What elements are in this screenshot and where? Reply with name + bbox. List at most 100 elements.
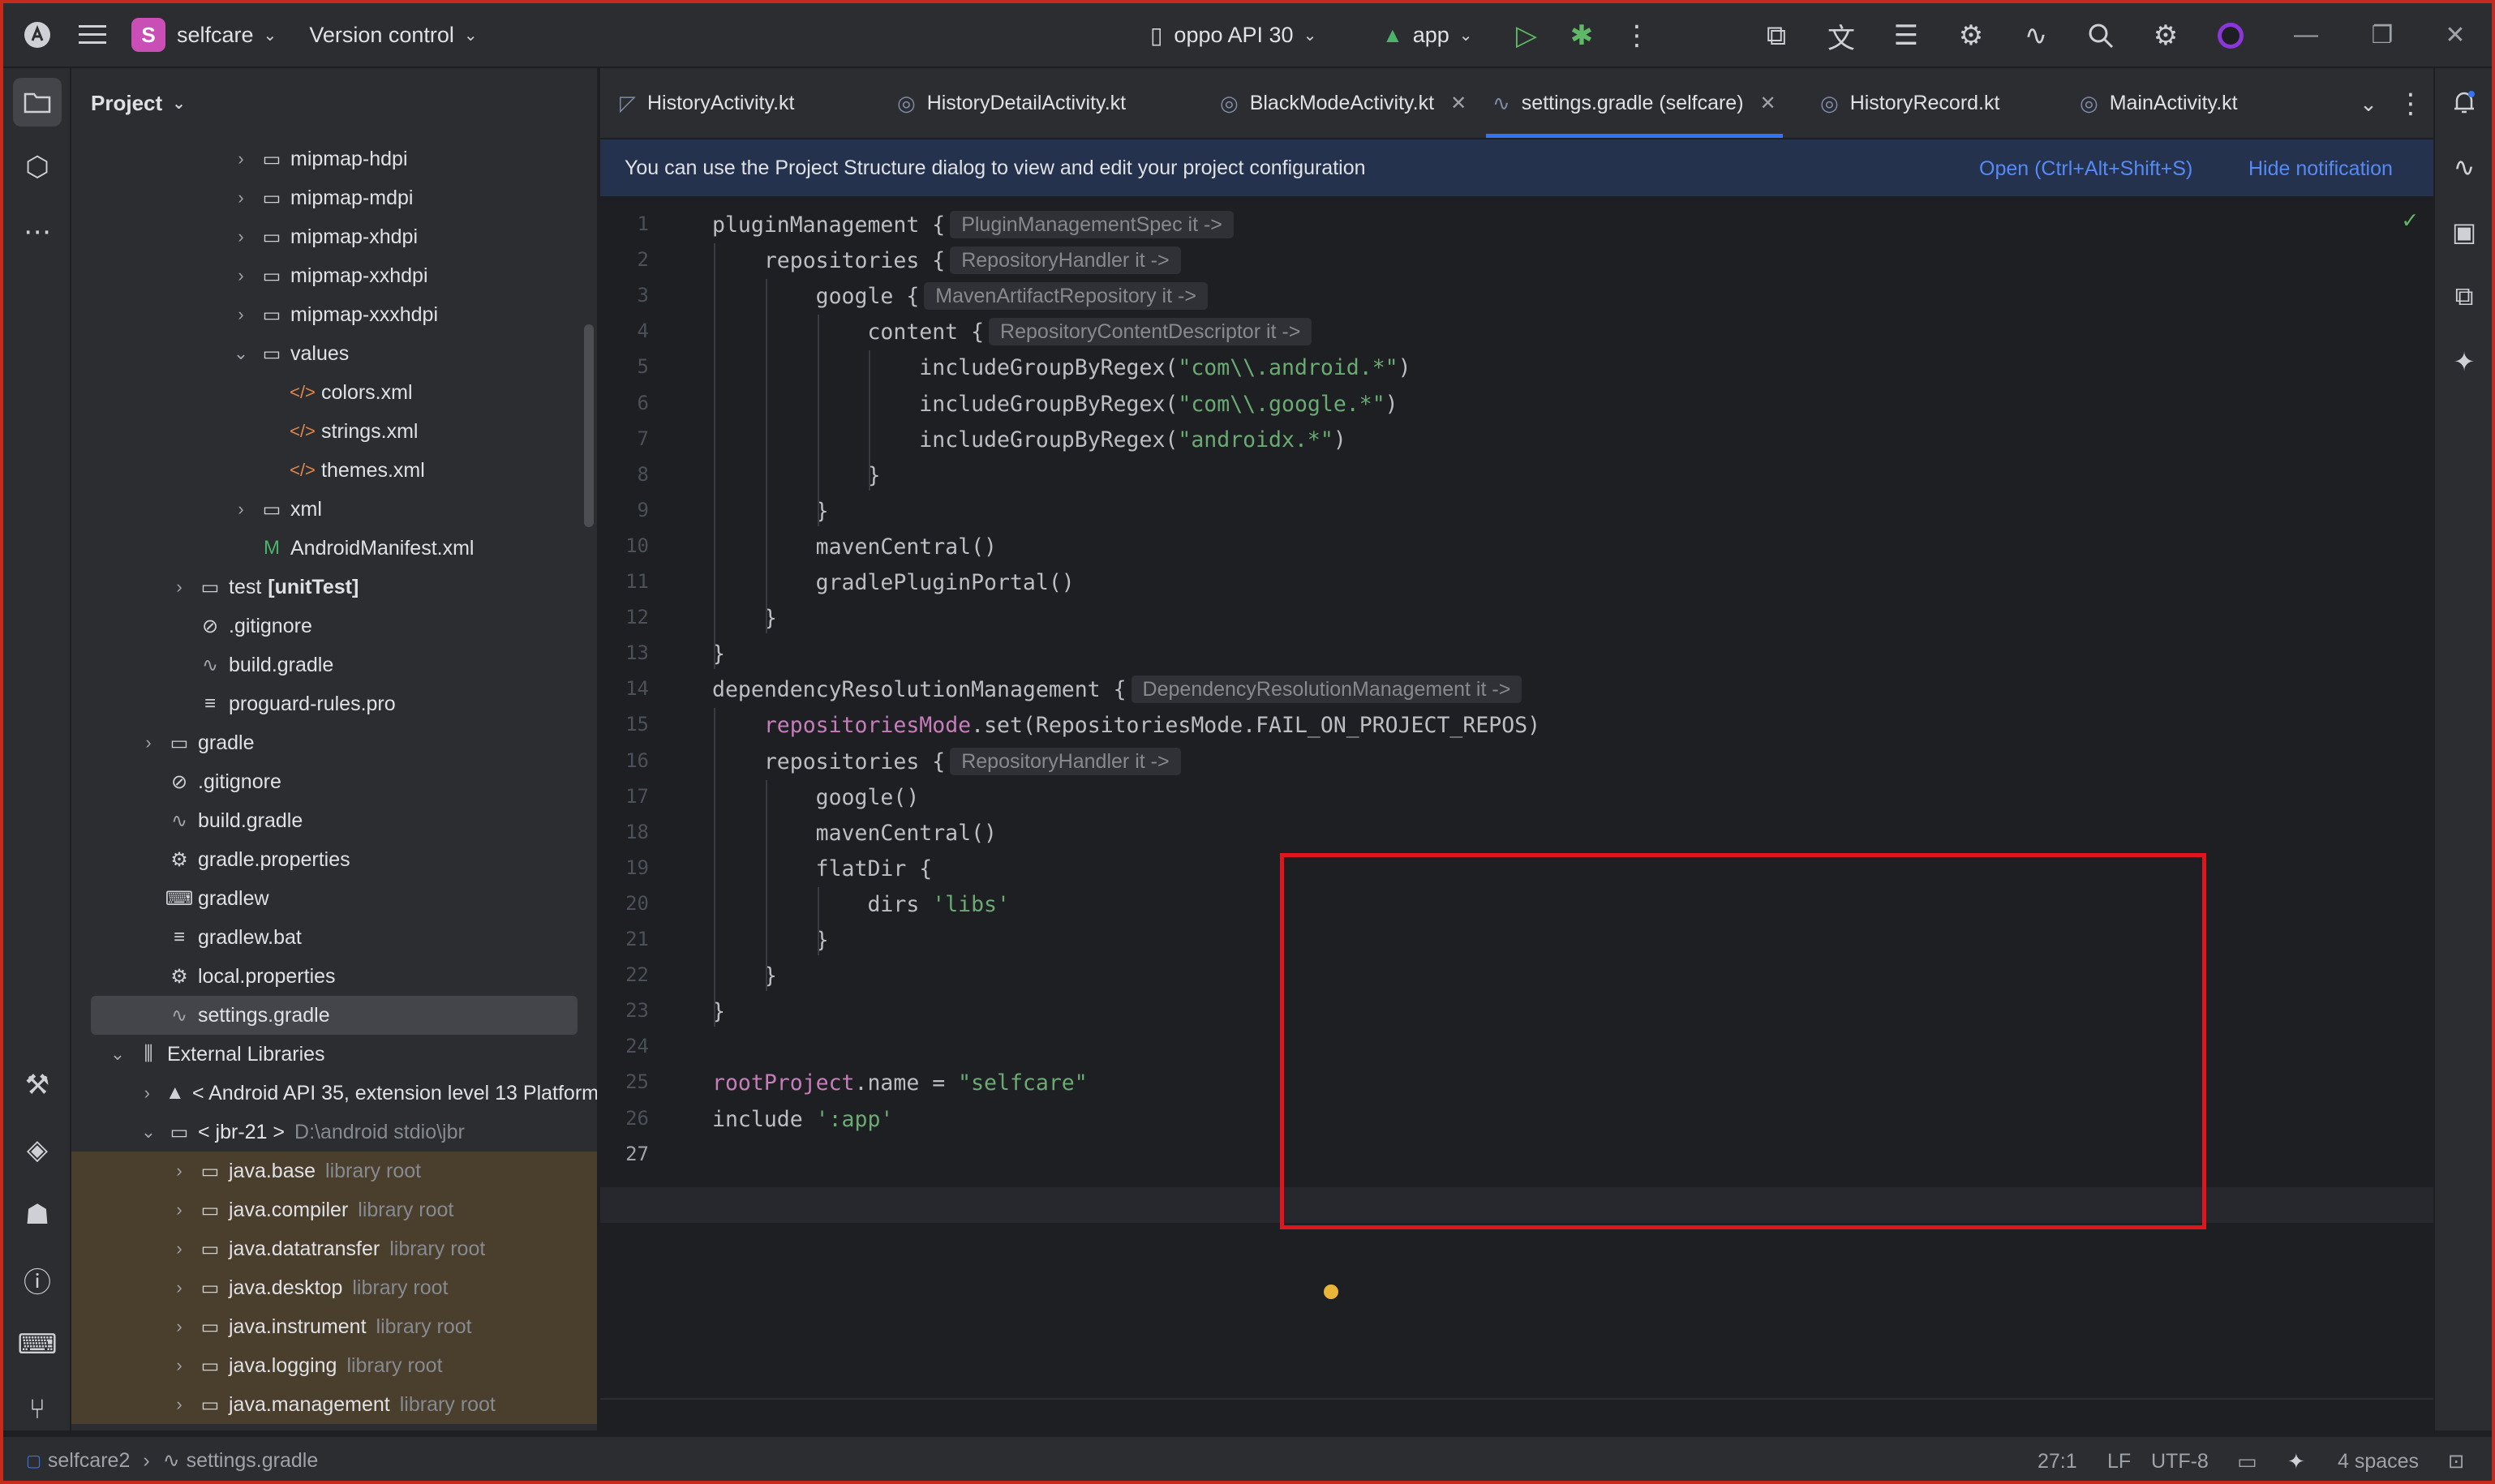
terminal-icon[interactable]: ⌨ — [13, 1320, 62, 1369]
logcat-icon[interactable]: ☗ — [13, 1190, 62, 1239]
notifications-bell-icon[interactable] — [2440, 78, 2489, 127]
chevron-right-icon[interactable]: › — [225, 148, 256, 169]
device-selector[interactable]: ▯ oppo API 30 ⌄ — [1150, 3, 1316, 67]
tree-item[interactable]: ∿ settings.gradle — [91, 996, 578, 1035]
tab-list-chevron-icon[interactable]: ⌄ — [2346, 81, 2391, 127]
tree-item[interactable]: › ▭ java.instrument library root — [71, 1307, 597, 1346]
device-manager-icon[interactable]: ▣ — [2440, 208, 2489, 256]
code-editor[interactable]: 1 2 3 4 5 6 7 8 9 10 11 12 13 14 15 16 17 18 19 20 21 22 23 24 2… — [600, 198, 2433, 1382]
debug-icon[interactable]: ✱ — [1559, 13, 1604, 58]
bug-icon[interactable]: ⚙ — [1948, 13, 1994, 58]
close-window-icon[interactable]: ✕ — [2417, 3, 2492, 67]
tree-item[interactable]: ⌨ gradlew — [71, 879, 597, 918]
chevron-right-icon[interactable]: › — [164, 1394, 195, 1415]
problems-icon[interactable]: ⓘ — [13, 1255, 62, 1304]
line-separator[interactable]: LF — [2107, 1437, 2131, 1481]
search-icon[interactable] — [2078, 13, 2124, 58]
more-actions-icon[interactable]: ⋮ — [1614, 13, 1660, 58]
device-mirroring-icon[interactable]: ⧉ — [2440, 272, 2489, 321]
chevron-right-icon[interactable]: › — [164, 1355, 195, 1376]
reader-mode-icon[interactable]: ▭ — [2237, 1437, 2257, 1481]
inlay-hint[interactable]: RepositoryContentDescriptor it -> — [989, 318, 1312, 346]
breadcrumb-root[interactable]: selfcare2 — [48, 1449, 130, 1473]
breadcrumb-file[interactable]: settings.gradle — [187, 1449, 319, 1473]
gemini-icon[interactable]: ◈ — [13, 1126, 62, 1174]
android-studio-logo-icon[interactable] — [15, 12, 60, 58]
project-switcher[interactable]: S selfcare ⌄ — [131, 3, 277, 67]
editor-tab[interactable]: ◎ HistoryRecord.kt — [1820, 68, 1999, 138]
inlay-hint[interactable]: RepositoryHandler it -> — [950, 247, 1181, 275]
tree-item[interactable]: › ▭ java.logging library root — [71, 1346, 597, 1385]
gradle-tool-icon[interactable]: ∿ — [2440, 143, 2489, 191]
tree-item[interactable]: ⊘ .gitignore — [71, 762, 597, 801]
chevron-right-icon[interactable]: › — [225, 226, 256, 247]
project-tool-icon[interactable] — [13, 78, 62, 127]
gradle-sync-icon[interactable]: ∿ — [2013, 13, 2059, 58]
tree-item[interactable]: › ▭ xml — [71, 490, 597, 529]
editor-tab[interactable]: ◎ MainActivity.kt — [2080, 68, 2238, 138]
tree-item[interactable]: ⚙ gradle.properties — [71, 840, 597, 879]
restore-icon[interactable]: ❐ — [2344, 3, 2420, 67]
intention-bulb-icon[interactable] — [1324, 1285, 1338, 1299]
tree-item[interactable]: </> themes.xml — [71, 451, 597, 490]
indent-setting[interactable]: 4 spaces — [2338, 1437, 2419, 1481]
tab-more-icon[interactable]: ⋮ — [2388, 81, 2433, 127]
chevron-right-icon[interactable]: › — [225, 304, 256, 325]
tree-item[interactable]: › ▭ mipmap-hdpi — [71, 139, 597, 178]
chevron-right-icon[interactable]: › — [164, 1199, 195, 1220]
tree-item[interactable]: › ▭ java.compiler library root — [71, 1190, 597, 1229]
build-icon[interactable]: ⚒ — [13, 1061, 62, 1109]
tree-item[interactable]: </> colors.xml — [71, 373, 597, 412]
read-only-lock-icon[interactable]: ⊡ — [2448, 1437, 2464, 1481]
chevron-right-icon[interactable]: › — [164, 1277, 195, 1298]
inlay-hint[interactable]: DependencyResolutionManagement it -> — [1131, 676, 1522, 704]
user-avatar-icon[interactable] — [2208, 13, 2253, 58]
inlay-hint[interactable]: PluginManagementSpec it -> — [950, 211, 1234, 238]
main-menu-icon[interactable] — [70, 12, 115, 58]
close-tab-icon[interactable]: ✕ — [1760, 92, 1776, 115]
tree-item[interactable]: › ▭ java.management library root — [71, 1385, 597, 1424]
caret-position[interactable]: 27:1 — [2038, 1437, 2077, 1481]
translate-icon[interactable]: 文 — [1819, 13, 1864, 58]
chevron-right-icon[interactable]: › — [164, 1238, 195, 1259]
tree-item[interactable]: › ▭ mipmap-xhdpi — [71, 217, 597, 256]
tree-item[interactable]: › ▲ < Android API 35, extension level 13 P… — [71, 1074, 597, 1113]
tree-item[interactable]: ∿ build.gradle — [71, 801, 597, 840]
chevron-down-icon[interactable]: ⌄ — [225, 343, 256, 364]
tree-item[interactable]: ⌄ ⫼ External Libraries — [71, 1035, 597, 1074]
chevron-right-icon[interactable]: › — [133, 1083, 161, 1104]
tree-item[interactable]: › ▭ test [unitTest] — [71, 568, 597, 607]
file-encoding[interactable]: UTF-8 — [2151, 1437, 2209, 1481]
minimize-icon[interactable]: — — [2268, 3, 2344, 67]
tree-item[interactable]: › ▭ mipmap-mdpi — [71, 178, 597, 217]
inlay-hint[interactable]: RepositoryHandler it -> — [950, 747, 1181, 775]
vcs-menu[interactable]: Version control ⌄ — [309, 3, 477, 67]
editor-tab[interactable]: ◎ BlackModeActivity.kt ✕ — [1220, 68, 1467, 138]
chevron-right-icon[interactable]: › — [225, 265, 256, 286]
run-config-selector[interactable]: ▲ app ⌄ — [1382, 3, 1473, 67]
chevron-right-icon[interactable]: › — [225, 499, 256, 520]
tree-item[interactable]: ≡ gradlew.bat — [71, 918, 597, 957]
tree-item[interactable]: ⊘ .gitignore — [71, 607, 597, 645]
tree-item[interactable]: ⌄ ▭ < jbr-21 > D:\android stdio\jbr — [71, 1113, 597, 1152]
no-problems-check-icon[interactable]: ✓ — [2403, 206, 2417, 234]
open-project-structure-link[interactable]: Open (Ctrl+Alt+Shift+S) — [1979, 157, 2192, 181]
tree-item[interactable]: › ▭ mipmap-xxxhdpi — [71, 295, 597, 334]
chevron-right-icon[interactable]: › — [164, 1160, 195, 1182]
tree-item[interactable]: ∿ build.gradle — [71, 645, 597, 684]
chevron-right-icon[interactable]: › — [164, 577, 195, 598]
git-icon[interactable]: ⑂ — [13, 1385, 62, 1434]
editor-tab[interactable]: ◎ HistoryDetailActivity.kt — [897, 68, 1126, 138]
close-tab-icon[interactable]: ✕ — [1450, 92, 1467, 115]
tree-item[interactable]: </> strings.xml — [71, 412, 597, 451]
gemini-sparkle-icon[interactable]: ✦ — [2440, 337, 2489, 386]
tree-item[interactable]: ⚙ local.properties — [71, 957, 597, 996]
settings-gear-icon[interactable]: ⚙ — [2143, 13, 2188, 58]
tree-item[interactable]: › ▭ mipmap-xxhdpi — [71, 256, 597, 295]
editor-tab[interactable]: ◸ HistoryActivity.kt — [620, 68, 795, 138]
tree-item[interactable]: › ▭ gradle — [71, 723, 597, 762]
run-icon[interactable]: ▷ — [1504, 13, 1549, 58]
more-tools-icon[interactable]: ⋯ — [13, 208, 62, 256]
tree-item[interactable]: ⌄ ▭ values — [71, 334, 597, 373]
hide-notification-link[interactable]: Hide notification — [2248, 157, 2393, 181]
